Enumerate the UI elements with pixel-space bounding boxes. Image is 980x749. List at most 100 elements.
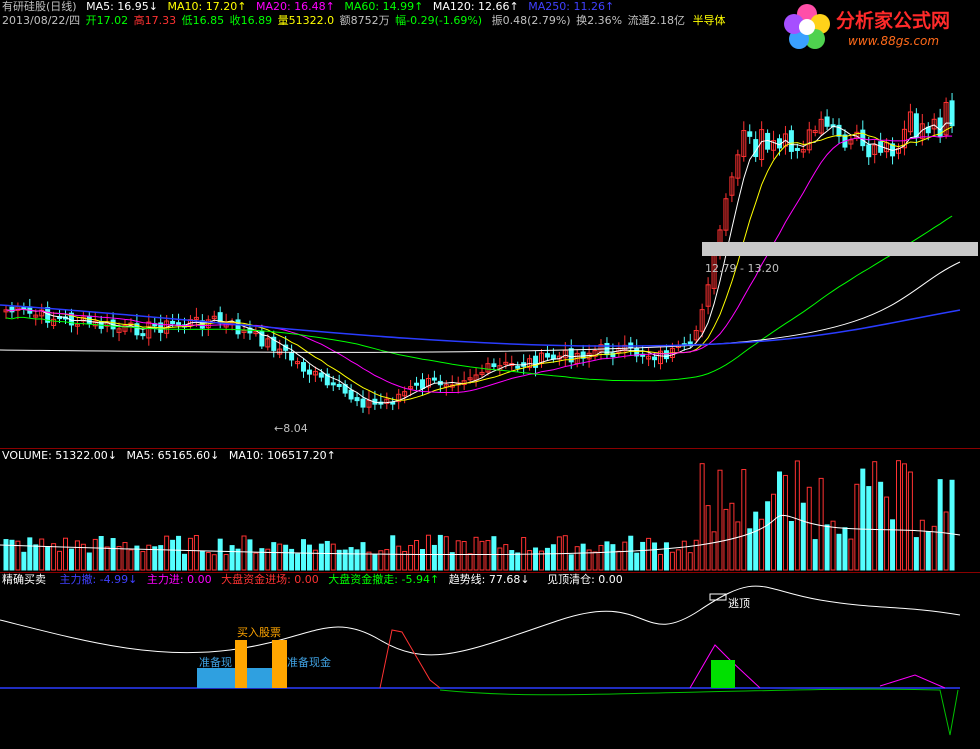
volume-label: 量51322.0 [277, 14, 335, 27]
volume-bar [104, 546, 110, 571]
volume-bar [503, 544, 509, 571]
market-out-label: 大盘资金撤走: -5.94↑ [328, 573, 440, 586]
volume-bar [515, 552, 521, 571]
escape-top-mark: 逃顶 [728, 597, 750, 610]
buy-signal-bar [235, 640, 247, 688]
volume-bar [568, 554, 574, 571]
volume-bar [182, 553, 187, 571]
buy-signal-bar [272, 640, 287, 688]
volume-bar [455, 540, 461, 571]
ma10-line [5, 126, 953, 401]
volume-bar [306, 544, 312, 571]
turnover-label: 换2.36% [576, 14, 623, 27]
stock-chart-window: 有研硅股(日线) MA5: 16.95↓ MA10: 17.20↑ MA20: … [0, 0, 980, 749]
volume-bar [277, 543, 283, 571]
volume-bar [580, 543, 586, 571]
volume-bar [693, 539, 699, 571]
ma-info-row: 有研硅股(日线) MA5: 16.95↓ MA10: 17.20↑ MA20: … [2, 0, 620, 14]
main-out-label: 主力撤: -4.99↓ [59, 573, 138, 586]
volume-bar [919, 519, 925, 571]
candle-body [420, 379, 425, 389]
volume-bar [27, 537, 33, 571]
volume-bar [437, 534, 443, 571]
volume-bar [128, 549, 134, 571]
volume-bar [199, 550, 205, 571]
volume-bar [98, 536, 104, 571]
volume-bar [729, 502, 735, 571]
volume-bar [896, 460, 901, 571]
volume-bar [800, 502, 806, 571]
volume-bar [866, 486, 872, 571]
volume-bar [562, 535, 568, 571]
volume-bar [211, 554, 217, 571]
volume-bar [318, 543, 324, 571]
volume-bar [925, 531, 931, 571]
buy-stock-mark: 买入股票 [237, 626, 281, 639]
volume-bar [348, 547, 354, 571]
volume-bar [949, 479, 955, 571]
volume-bar [818, 477, 824, 571]
candle-body [289, 352, 295, 361]
volume-bar [39, 538, 45, 571]
prepare-cash-mark-2: 准备现金 [287, 656, 331, 669]
volume-bar [509, 550, 515, 571]
volume-bar [550, 544, 556, 571]
candle-body [794, 147, 800, 151]
candle-body [788, 130, 794, 152]
candle-body [824, 116, 830, 127]
volume-bar [598, 544, 604, 571]
prepare-cash-bar [247, 668, 272, 688]
volume-bar [86, 552, 92, 571]
volume-bar [241, 535, 247, 571]
volume-bar [68, 548, 74, 571]
volume-bar [675, 549, 681, 571]
volume-bar [943, 511, 949, 571]
volume-bar [431, 544, 437, 571]
volume-bar [461, 541, 467, 571]
volume-bar [806, 486, 812, 571]
volume-bar [497, 547, 503, 571]
ma60-line [5, 215, 953, 382]
candle-body [176, 322, 182, 326]
candle-body [663, 350, 669, 360]
volume-bar [634, 552, 640, 571]
candle-body [140, 333, 146, 337]
ma120-line [0, 261, 961, 353]
volume-bar [467, 553, 473, 571]
volume-bar [699, 463, 705, 571]
candle-body [354, 397, 360, 402]
candle-body [86, 315, 92, 325]
volume-bar [836, 533, 842, 571]
volume-bar [907, 471, 913, 571]
candle-body [687, 341, 693, 345]
volume-bar [777, 471, 782, 571]
ma250-label: MA250: 11.26↑ [528, 0, 615, 13]
volume-bar [217, 538, 223, 571]
open-label: 开17.02 [85, 14, 129, 27]
chart-canvas[interactable] [0, 0, 980, 749]
candle-body [515, 365, 521, 369]
volume-info-row: VOLUME: 51322.00↓ MA5: 65165.60↓ MA10: 1… [2, 449, 342, 463]
volume-bar [604, 541, 610, 571]
volume-bar [592, 551, 598, 571]
top-clear-label: 见顶清仓: 0.00 [547, 573, 623, 586]
volume-bar [652, 542, 658, 571]
volume-bar [45, 546, 51, 571]
high-label: 高17.33 [133, 14, 177, 27]
volume-bar [223, 554, 229, 571]
volume-bar [788, 521, 794, 571]
volume-bar [449, 552, 455, 571]
volume-bar [92, 538, 98, 571]
volume-bar [610, 544, 616, 571]
volume-bar [479, 540, 485, 571]
volume-bar [110, 538, 116, 571]
volume-bar [931, 525, 937, 571]
volume-bar [491, 536, 497, 571]
volume-bar [3, 539, 9, 571]
volume-bar [901, 463, 907, 571]
ma5-label: MA5: 16.95↓ [86, 0, 159, 13]
volume-ma10: MA10: 106517.20↑ [228, 449, 336, 462]
stock-title: 有研硅股(日线) [2, 0, 77, 13]
volume-bar [253, 552, 259, 571]
volume-bar [812, 539, 818, 571]
